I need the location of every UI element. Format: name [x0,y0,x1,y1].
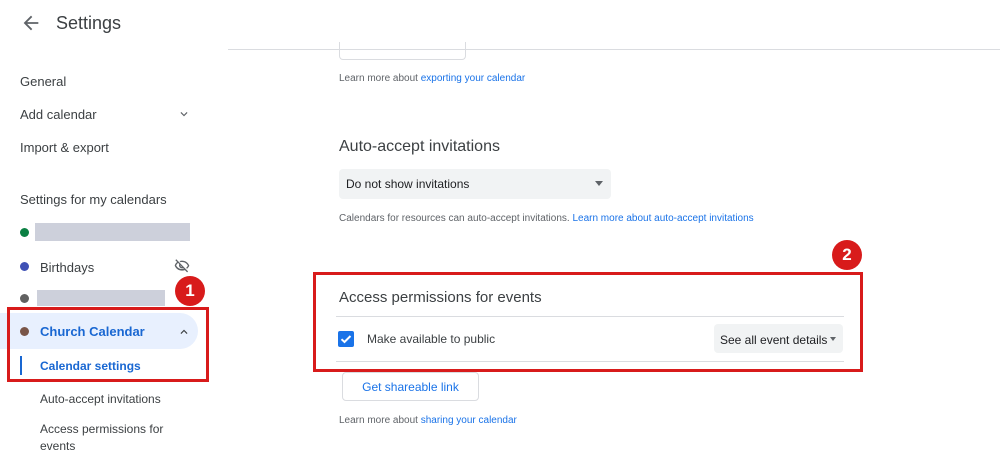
sidebar-subitem-access-permissions[interactable]: Access permissions for events [40,421,180,455]
export-button-stub[interactable] [339,42,466,60]
sidebar-item-add-calendar[interactable]: Add calendar [20,107,97,122]
redacted-calendar-name [35,223,190,241]
annotation-box-1 [7,307,209,382]
auto-accept-link[interactable]: Learn more about auto-accept invitations [572,213,753,224]
export-note: Learn more about exporting your calendar [339,73,526,84]
calendar-item-birthdays[interactable]: Birthdays [0,253,200,279]
select-value: Do not show invitations [346,177,470,191]
sidebar-item-import-export[interactable]: Import & export [20,140,109,155]
annotation-badge-1: 1 [175,276,205,306]
get-shareable-link-button[interactable]: Get shareable link [342,372,479,401]
calendar-color-dot [20,294,29,303]
sidebar-subitem-auto-accept[interactable]: Auto-accept invitations [40,391,161,408]
sidebar-item-general[interactable]: General [20,74,66,89]
annotation-badge-2: 2 [832,240,862,270]
sidebar-section-title: Settings for my calendars [20,192,167,207]
page-title: Settings [56,13,122,33]
back-arrow-icon[interactable] [20,12,42,34]
sharing-note: Learn more about sharing your calendar [339,415,517,426]
auto-accept-title: Auto-accept invitations [339,138,500,155]
chevron-down-icon[interactable] [177,107,191,121]
annotation-box-2 [313,272,863,372]
redacted-calendar-name [37,290,165,306]
dropdown-arrow-icon [595,181,603,186]
calendar-label: Birthdays [40,260,95,275]
visibility-off-icon[interactable] [173,258,191,274]
top-bar: Settings [0,0,1000,50]
calendar-item[interactable] [0,220,200,246]
calendar-color-dot [20,228,29,237]
calendar-color-dot [20,262,29,271]
auto-accept-select[interactable]: Do not show invitations [339,169,611,199]
auto-accept-note: Calendars for resources can auto-accept … [339,213,754,224]
export-link[interactable]: exporting your calendar [421,73,526,84]
sharing-link[interactable]: sharing your calendar [421,415,517,426]
